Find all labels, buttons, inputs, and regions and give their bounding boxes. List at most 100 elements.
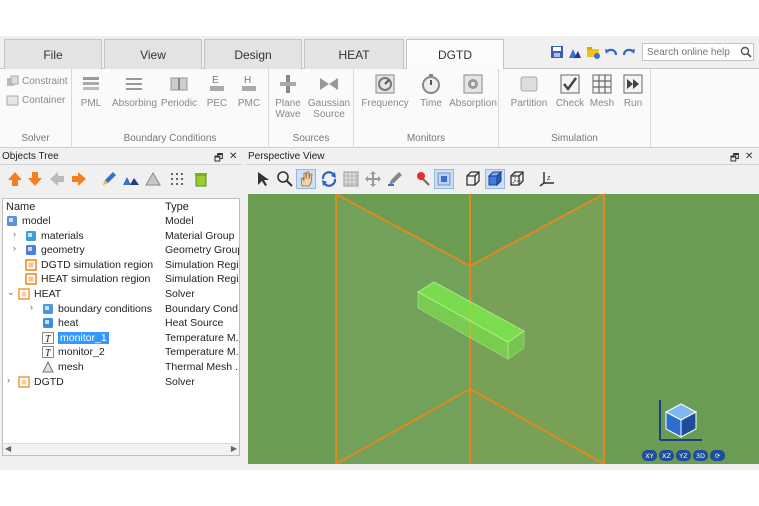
materials-icon: [26, 230, 36, 241]
constraint-button[interactable]: Constraint: [6, 75, 68, 87]
tree-row-type: Thermal Mesh ...: [165, 361, 239, 373]
move-axes-icon[interactable]: [364, 170, 382, 188]
move-up-icon[interactable]: [6, 170, 24, 188]
expand-icon[interactable]: ›: [30, 302, 33, 312]
add-material-icon[interactable]: [144, 170, 162, 188]
axis-view-button[interactable]: XZ: [659, 450, 674, 461]
tree-row[interactable]: DGTD simulation region Simulation Regi...: [3, 258, 239, 272]
tree-row[interactable]: HEAT simulation region Simulation Regi...: [3, 272, 239, 286]
svg-text:z: z: [547, 175, 551, 182]
scroll-right-icon[interactable]: ▶: [231, 444, 237, 453]
pan-hand-icon[interactable]: [297, 170, 315, 188]
name-column-header[interactable]: Name: [6, 201, 35, 213]
monitors-group: Frequency Time Absorption Monitors: [354, 69, 499, 148]
move-left-icon[interactable]: [48, 170, 66, 188]
pmc-icon: H: [242, 75, 256, 91]
region-left-face: [336, 194, 470, 464]
tree-row[interactable]: model Model: [3, 214, 239, 228]
grid-icon[interactable]: [168, 170, 186, 188]
close-panel-icon[interactable]: ✕: [229, 151, 237, 162]
tree-row[interactable]: › materials Material Group: [3, 229, 239, 243]
tree-row[interactable]: › boundary conditions Boundary Cond...: [3, 302, 239, 316]
ribbon-tab-bar: File View Design HEAT DGTD: [0, 36, 759, 70]
axis-view-button[interactable]: ⟳: [710, 450, 725, 461]
rotate-icon[interactable]: [320, 170, 338, 188]
tree-row[interactable]: Tmonitor_2 Temperature M...: [3, 345, 239, 359]
axis-view-button[interactable]: 3D: [693, 450, 708, 461]
open-folder-icon[interactable]: [586, 45, 600, 59]
transparent-cube-icon[interactable]: [508, 170, 526, 188]
axis-orientation-icon[interactable]: z: [538, 170, 556, 188]
search-icon[interactable]: [740, 46, 752, 58]
objects-tree: Name Type model Model › materials Material G…: [2, 198, 240, 456]
save-icon[interactable]: [550, 45, 564, 59]
tree-row[interactable]: heat Heat Source: [3, 316, 239, 330]
axis-view-button[interactable]: XY: [642, 450, 657, 461]
move-right-icon[interactable]: [70, 170, 88, 188]
run-button[interactable]: Run: [614, 73, 652, 109]
periodic-button[interactable]: Periodic: [160, 73, 198, 109]
tree-row-name: model: [22, 215, 51, 227]
move-down-icon[interactable]: [26, 170, 44, 188]
tree-row-name: geometry: [41, 244, 85, 257]
gaussian-source-button[interactable]: Gaussian Source: [307, 73, 351, 120]
view-toolbar: z: [246, 166, 759, 192]
tree-row[interactable]: mesh Thermal Mesh ...: [3, 360, 239, 374]
redo-icon[interactable]: [622, 45, 636, 59]
frequency-monitor-button[interactable]: Frequency: [360, 73, 410, 109]
tree-row-type: Heat Source: [165, 317, 224, 330]
grid-view-icon[interactable]: [342, 170, 360, 188]
expand-icon[interactable]: ›: [7, 375, 10, 385]
tree-row[interactable]: › DGTD Solver: [3, 375, 239, 389]
axis-view-button[interactable]: YZ: [676, 450, 691, 461]
add-structure-icon[interactable]: [122, 170, 140, 188]
expand-icon[interactable]: ›: [13, 243, 16, 253]
tab-file[interactable]: File: [4, 39, 102, 69]
pmc-button[interactable]: H PMC: [230, 73, 268, 109]
tab-dgtd[interactable]: DGTD: [406, 39, 504, 70]
close-view-icon[interactable]: ✕: [745, 151, 753, 162]
measure-icon[interactable]: [386, 170, 404, 188]
solver-icon: [18, 288, 30, 300]
wireframe-cube-icon[interactable]: [464, 170, 482, 188]
shapes-icon[interactable]: [568, 45, 582, 59]
solid-cube-icon[interactable]: [486, 170, 504, 188]
region-icon: [25, 273, 37, 286]
tab-design[interactable]: Design: [204, 39, 302, 69]
type-column-header[interactable]: Type: [165, 201, 189, 213]
pml-button[interactable]: PML: [72, 73, 110, 109]
check-icon: [560, 74, 580, 94]
delete-icon[interactable]: [192, 170, 210, 188]
plane-wave-button[interactable]: Plane Wave: [269, 73, 307, 120]
tab-heat[interactable]: HEAT: [304, 39, 404, 69]
partition-button[interactable]: Partition: [507, 73, 551, 109]
scroll-left-icon[interactable]: ◀: [5, 444, 11, 453]
expand-icon[interactable]: ›: [13, 229, 16, 239]
tree-row[interactable]: ⌄ HEAT Solver: [3, 287, 239, 301]
tree-row[interactable]: › geometry Geometry Group: [3, 243, 239, 257]
undo-icon[interactable]: [604, 45, 618, 59]
zoom-icon[interactable]: [276, 170, 294, 188]
edit-icon[interactable]: [100, 170, 118, 188]
container-button[interactable]: Container: [6, 94, 65, 106]
tree-row-name: monitor_2: [58, 346, 105, 359]
tree-row-type: Simulation Regi...: [165, 258, 239, 271]
perspective-view-canvas[interactable]: XY XZ YZ 3D ⟳: [248, 194, 759, 464]
collapse-icon[interactable]: ⌄: [7, 287, 15, 298]
tab-view[interactable]: View: [104, 39, 202, 69]
tree-row-type: Solver: [165, 375, 195, 388]
time-monitor-button[interactable]: Time: [412, 73, 450, 109]
tree-row[interactable]: Tmonitor_1 Temperature M...: [3, 331, 239, 345]
select-pointer-icon[interactable]: [254, 170, 272, 188]
orientation-cube[interactable]: [659, 400, 702, 441]
absorbing-button[interactable]: Absorbing: [112, 73, 157, 109]
highlight-icon[interactable]: [435, 170, 453, 188]
annotate-icon[interactable]: [414, 170, 432, 188]
pml-icon: [83, 77, 99, 90]
absorption-monitor-button[interactable]: Absorption: [448, 73, 498, 109]
tree-row-type: Model: [165, 215, 194, 227]
ribbon: Constraint Container Solver PML Absorbin…: [0, 69, 759, 148]
horizontal-scrollbar[interactable]: ◀ ▶: [3, 443, 239, 455]
search-input[interactable]: [642, 43, 754, 61]
tree-row-type: Temperature M...: [165, 331, 239, 344]
